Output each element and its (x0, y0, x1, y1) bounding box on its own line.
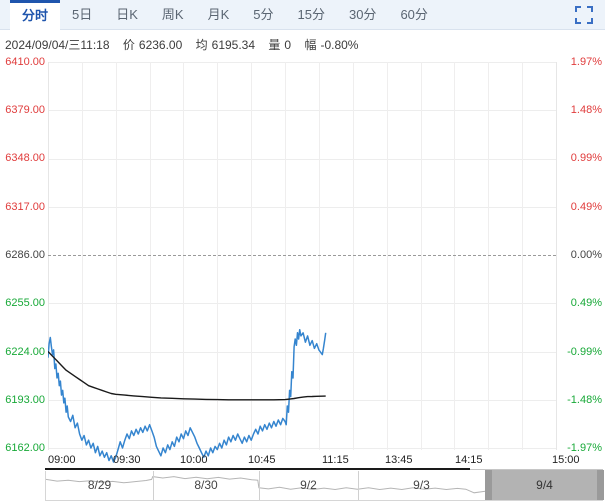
date-navigator: 8/29 8/30 9/2 9/3 9/4 (45, 470, 604, 501)
tab-60min[interactable]: 60分 (388, 0, 439, 30)
volume-value: 0 (284, 38, 292, 52)
navigator-day-8-29[interactable]: 8/29 (46, 471, 153, 500)
y-percent-label: 1.48% (570, 104, 602, 116)
y-percent-label: -1.48% (567, 394, 602, 406)
price-label: 价 (122, 38, 135, 52)
y-price-label-base: 6286.00 (5, 249, 45, 261)
tab-bar: 分时 5日 日K 周K 月K 5分 15分 30分 60分 (0, 0, 605, 30)
y-percent-label: -1.97% (567, 442, 602, 454)
average-line (48, 351, 326, 401)
fullscreen-icon (575, 6, 593, 24)
y-percent-label: 0.99% (570, 152, 602, 164)
price-line (48, 328, 327, 463)
intraday-chart-window: 分时 5日 日K 周K 月K 5分 15分 30分 60分 2024/09/04… (0, 0, 605, 504)
quote-info-bar: 2024/09/04/三11:18 价 6236.00 均 6195.34 量0 幅… (5, 36, 358, 53)
tab-15min[interactable]: 15分 (286, 0, 337, 30)
x-time-label: 10:00 (180, 454, 208, 466)
y-price-label: 6348.00 (5, 152, 45, 164)
avg-label: 均 (195, 38, 208, 52)
navigator-day-9-4[interactable]: 9/4 (485, 471, 604, 500)
tab-30min[interactable]: 30分 (337, 0, 388, 30)
y-price-label: 6317.00 (5, 201, 45, 213)
tab-timeshare[interactable]: 分时 (10, 0, 61, 30)
y-price-label: 6162.00 (5, 442, 45, 454)
chart-canvas[interactable] (48, 55, 556, 467)
y-price-label: 6193.00 (5, 394, 45, 406)
y-percent-label-base: 0.00% (570, 249, 602, 261)
y-price-label: 6379.00 (5, 104, 45, 116)
y-price-label: 6410.00 (5, 56, 45, 68)
x-time-label: 13:45 (385, 454, 413, 466)
tab-weekly-k[interactable]: 周K (150, 0, 196, 30)
y-price-label: 6255.00 (5, 297, 45, 309)
navigator-day-9-2[interactable]: 9/2 (259, 471, 358, 500)
y-percent-label: 0.49% (570, 201, 602, 213)
tab-monthly-k[interactable]: 月K (196, 0, 242, 30)
avg-value: 6195.34 (211, 38, 256, 52)
navigator-day-9-3[interactable]: 9/3 (358, 471, 485, 500)
quote-datetime: 2024/09/04/三11:18 (5, 38, 110, 52)
v-gridline (556, 62, 557, 450)
y-percent-label: -0.99% (567, 346, 602, 358)
y-percent-label: 1.97% (570, 56, 602, 68)
y-percent-label: 0.49% (570, 297, 602, 309)
x-time-label: 10:45 (248, 454, 276, 466)
tab-5min[interactable]: 5分 (241, 0, 285, 30)
tab-5day[interactable]: 5日 (60, 0, 104, 30)
price-value: 6236.00 (138, 38, 183, 52)
volume-label: 量 (268, 38, 281, 52)
tab-daily-k[interactable]: 日K (104, 0, 150, 30)
fullscreen-button[interactable] (575, 6, 593, 24)
x-time-label: 14:15 (455, 454, 483, 466)
x-time-label: 09:30 (113, 454, 141, 466)
y-price-label: 6224.00 (5, 346, 45, 358)
range-label: 幅 (304, 38, 317, 52)
x-axis-line (45, 468, 470, 470)
x-time-label: 09:00 (48, 454, 76, 466)
range-value: -0.80% (320, 38, 359, 52)
x-time-label: 11:15 (322, 454, 349, 466)
navigator-day-8-30[interactable]: 8/30 (153, 471, 259, 500)
x-time-label: 15:00 (552, 454, 580, 466)
